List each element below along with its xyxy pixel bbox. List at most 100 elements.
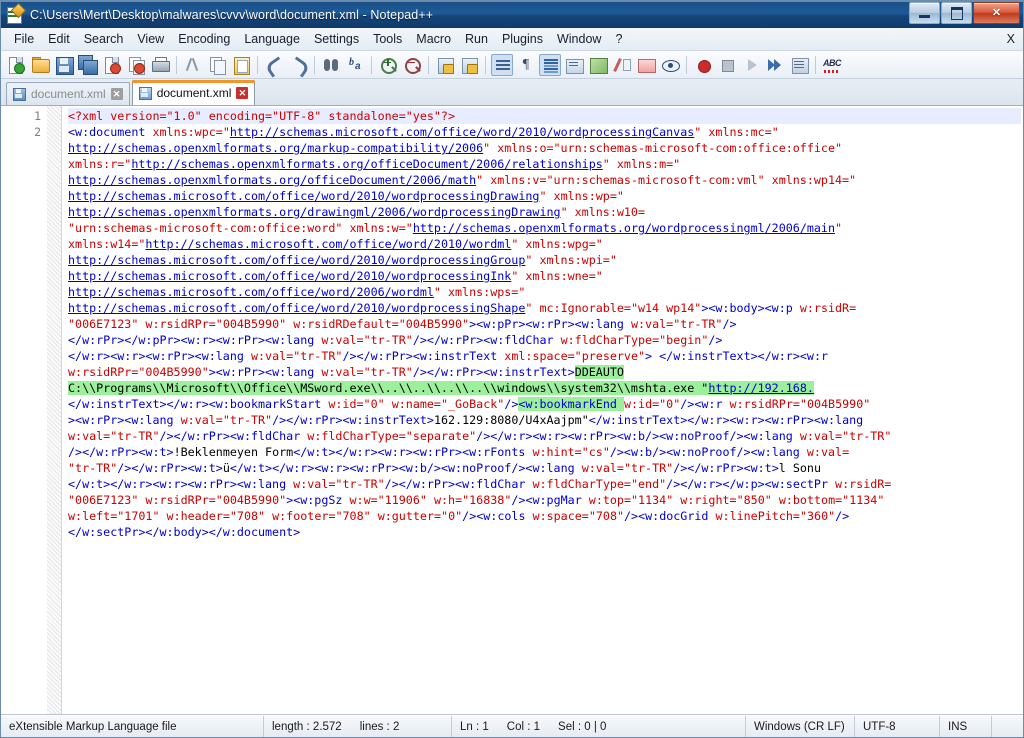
monitoring-button[interactable] — [659, 54, 681, 76]
code-token: "850" — [736, 493, 779, 507]
toolbar-separator — [371, 55, 372, 74]
code-token: "tr-TR" — [842, 429, 892, 443]
tab-document-1[interactable]: document.xml ✕ — [131, 80, 256, 105]
start-record-button[interactable] — [692, 54, 714, 76]
tab-close-icon[interactable]: ✕ — [110, 88, 123, 100]
undo-button[interactable] — [263, 54, 287, 78]
code-token: /><w:b/><w:noProof/><w:lang — [609, 445, 807, 459]
code-line: </w:sectPr></w:body></w:document> — [68, 524, 1021, 540]
open-file-button[interactable] — [29, 54, 51, 76]
copy-button[interactable] — [206, 54, 228, 76]
code-token: w:fldCharType= — [532, 477, 631, 491]
minimize-button[interactable] — [909, 2, 940, 24]
save-disk-icon — [13, 87, 26, 101]
code-token: "tr-TR" — [293, 349, 343, 363]
menu-item-encoding[interactable]: Encoding — [171, 30, 237, 48]
menu-item-plugins[interactable]: Plugins — [495, 30, 550, 48]
zoom-in-button[interactable] — [377, 54, 399, 76]
code-token: "tr-TR" — [222, 413, 273, 427]
code-token: " xmlns:wpi=" — [525, 253, 617, 267]
close-button[interactable]: ✕ — [973, 2, 1020, 24]
close-file-button[interactable] — [101, 54, 123, 76]
status-eol-format[interactable]: Windows (CR LF) — [746, 716, 855, 737]
save-disk-icon — [138, 86, 152, 100]
status-insert-mode[interactable]: INS — [940, 716, 992, 737]
paste-button[interactable] — [230, 54, 252, 76]
code-token: /></w:r><w:r><w:rPr><w:b/><w:noProof/><w… — [476, 429, 800, 443]
code-token: "tr-TR" — [673, 317, 723, 331]
code-token: w:rsidRPr= — [145, 493, 216, 507]
find-button[interactable] — [320, 54, 342, 76]
code-token: http://schemas.microsoft.com/office/word… — [68, 301, 526, 315]
menu-item-file[interactable]: File — [7, 30, 41, 48]
menu-item-search[interactable]: Search — [77, 30, 131, 48]
code-token: http://schemas.openxmlformats.org/office… — [131, 157, 603, 171]
menu-item-settings[interactable]: Settings — [307, 30, 366, 48]
menu-item-tools[interactable]: Tools — [366, 30, 409, 48]
code-line: "urn:schemas-microsoft-com:office:word" … — [68, 220, 1021, 236]
save-all-button[interactable] — [77, 54, 99, 76]
code-token: ><w:pgSz — [286, 493, 350, 507]
print-button[interactable] — [149, 54, 171, 76]
show-indent-guide-button[interactable] — [539, 53, 561, 76]
code-token: w:footer= — [272, 509, 336, 523]
code-token: w:rsidR= — [835, 477, 892, 491]
code-token: w:rsidRDefault= — [293, 317, 399, 331]
window-controls: ✕ — [909, 2, 1020, 24]
zoom-out-button[interactable] — [401, 54, 423, 76]
code-token: "separate" — [405, 429, 477, 443]
code-token: http://schemas.microsoft.com/office/word… — [68, 189, 540, 203]
code-line: http://schemas.openxmlformats.org/office… — [68, 172, 1021, 188]
run-multiple-times-button[interactable] — [764, 54, 786, 76]
spell-check-button[interactable]: ABC — [821, 54, 843, 76]
code-token: "004B5990" — [799, 397, 871, 411]
show-all-characters-button[interactable]: ¶ — [515, 54, 537, 76]
function-list-button[interactable] — [611, 54, 633, 76]
code-token: "708" — [229, 509, 273, 523]
status-encoding[interactable]: UTF-8 — [855, 716, 940, 737]
replace-button[interactable]: ba — [344, 54, 366, 76]
close-all-files-button[interactable] — [125, 54, 147, 76]
code-token: l Sonu — [778, 461, 821, 475]
close-icon: ✕ — [991, 6, 1002, 19]
playback-button[interactable] — [740, 54, 762, 76]
code-content[interactable]: <?xml version="1.0" encoding="UTF-8" sta… — [62, 106, 1023, 714]
menu-item-macro[interactable]: Macro — [409, 30, 458, 48]
code-token: </w:instrText></w:r><w:r><w:rPr><w:lang — [588, 413, 871, 427]
code-token: http://schemas.microsoft.com/office/word… — [229, 125, 695, 139]
stop-record-button[interactable] — [716, 54, 738, 76]
editor-area[interactable]: 12 <?xml version="1.0" encoding="UTF-8" … — [1, 106, 1023, 715]
code-token: "0" — [441, 509, 463, 523]
close-document-button[interactable]: X — [1007, 32, 1015, 46]
save-macro-button[interactable] — [788, 54, 810, 76]
maximize-button[interactable] — [941, 2, 972, 24]
code-line: </w:instrText></w:r><w:bookmarkStart w:i… — [68, 396, 1021, 412]
code-token: </w:sectPr></w:body></w:document> — [68, 525, 301, 539]
cut-button[interactable] — [182, 54, 204, 76]
show-document-map-button[interactable] — [587, 54, 609, 76]
menu-item-run[interactable]: Run — [458, 30, 495, 48]
sync-vertical-scrolling-button[interactable] — [434, 54, 456, 76]
menu-item-language[interactable]: Language — [237, 30, 307, 48]
save-file-button[interactable] — [53, 54, 75, 76]
user-defined-dialog-button[interactable] — [563, 54, 585, 76]
code-token: "_GoBack" — [440, 397, 505, 411]
code-token: " xmlns:wpg=" — [511, 237, 603, 251]
menu-item-edit[interactable]: Edit — [41, 30, 77, 48]
folder-as-workspace-button[interactable] — [635, 54, 657, 76]
code-line: xmlns:w14="http://schemas.microsoft.com/… — [68, 236, 1021, 252]
tab-document-0[interactable]: document.xml ✕ — [6, 82, 130, 105]
code-token: mc:Ignorable= — [539, 301, 631, 315]
new-file-button[interactable] — [5, 54, 27, 76]
redo-button[interactable] — [287, 54, 311, 78]
word-wrap-button[interactable] — [491, 53, 513, 76]
menu-item-window[interactable]: Window — [550, 30, 608, 48]
code-token: w:val= — [250, 349, 294, 363]
menu-item-[interactable]: ? — [608, 30, 629, 48]
code-line: "006E7123" w:rsidRPr="004B5990"><w:pgSz … — [68, 492, 1021, 508]
menu-item-view[interactable]: View — [130, 30, 171, 48]
sync-horizontal-scrolling-button[interactable] — [458, 54, 480, 76]
code-token: /></w:r></w:p><w:sectPr — [666, 477, 836, 491]
code-token: "preserve" — [574, 349, 646, 363]
tab-close-icon[interactable]: ✕ — [236, 87, 249, 99]
